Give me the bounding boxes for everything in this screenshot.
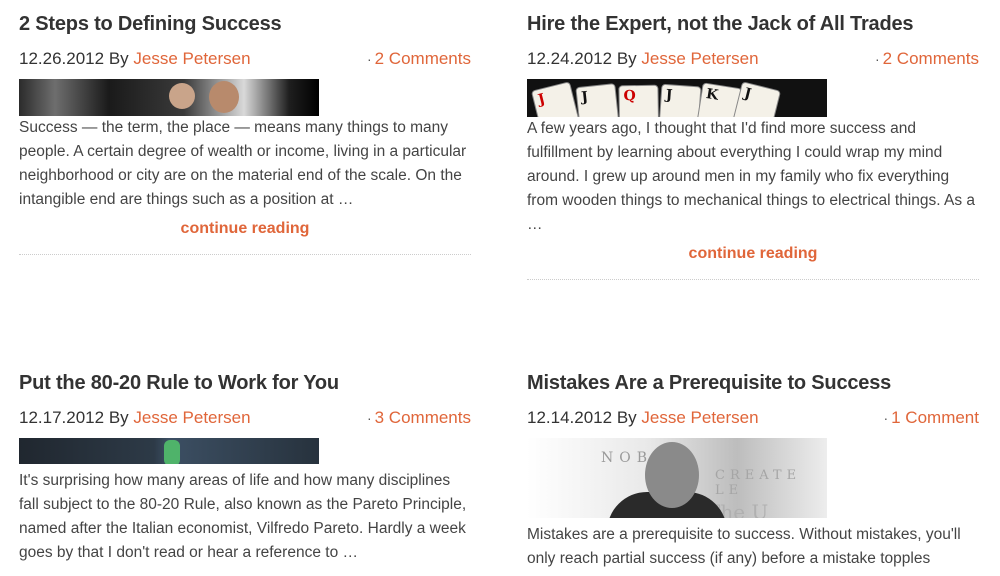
thumbnail-shape xyxy=(164,440,180,464)
card-rank: J xyxy=(665,87,673,104)
playing-card: J xyxy=(575,83,623,117)
post-thumbnail[interactable] xyxy=(19,79,319,116)
post-card: Put the 80-20 Rule to Work for You 12.17… xyxy=(19,369,471,565)
post-meta: 12.17.2012 By Jesse Petersen · 3 Comments xyxy=(19,406,471,430)
post-date: 12.14.2012 xyxy=(527,408,613,427)
thumbnail-text: CREATE LE xyxy=(715,468,802,498)
card-rank: Q xyxy=(623,88,636,105)
post-title[interactable]: Put the 80-20 Rule to Work for You xyxy=(19,369,471,397)
thumbnail-shape xyxy=(169,83,195,109)
author-link[interactable]: Jesse Petersen xyxy=(641,408,758,427)
post-excerpt: It's surprising how many areas of life a… xyxy=(19,472,467,561)
post-meta: 12.26.2012 By Jesse Petersen · 2 Comments xyxy=(19,47,471,71)
comments-meta: · 3 Comments xyxy=(366,408,471,427)
post-excerpt: A few years ago, I thought that I'd find… xyxy=(527,120,976,233)
post-divider xyxy=(527,279,979,280)
comments-meta: · 1 Comment xyxy=(883,408,979,427)
author-link[interactable]: Jesse Petersen xyxy=(133,49,250,68)
author-link[interactable]: Jesse Petersen xyxy=(133,408,250,427)
by-label: By xyxy=(616,408,637,427)
author-link[interactable]: Jesse Petersen xyxy=(641,49,758,68)
post-card: Hire the Expert, not the Jack of All Tra… xyxy=(527,10,979,280)
post-thumbnail[interactable]: NOBE CREATE LE The U xyxy=(527,438,827,518)
thumbnail-shape xyxy=(645,442,699,508)
post-title[interactable]: 2 Steps to Defining Success xyxy=(19,10,471,38)
comments-meta: · 2 Comments xyxy=(874,49,979,68)
comments-link[interactable]: 1 Comment xyxy=(891,408,979,427)
post-date: 12.17.2012 xyxy=(19,408,105,427)
card-rank: K xyxy=(704,86,720,104)
comments-link[interactable]: 2 Comments xyxy=(883,49,979,68)
post-date: 12.24.2012 xyxy=(527,49,613,68)
by-label: By xyxy=(108,408,129,427)
post-thumbnail[interactable]: J J Q J K J xyxy=(527,79,827,117)
continue-reading-link[interactable]: continue reading xyxy=(19,220,471,238)
thumbnail-shape xyxy=(209,81,239,113)
playing-card: Q xyxy=(618,84,660,117)
post-title[interactable]: Hire the Expert, not the Jack of All Tra… xyxy=(527,10,979,38)
post-card: 2 Steps to Defining Success 12.26.2012 B… xyxy=(19,10,471,255)
comments-link[interactable]: 3 Comments xyxy=(375,408,471,427)
post-meta: 12.14.2012 By Jesse Petersen · 1 Comment xyxy=(527,406,979,430)
comments-meta: · 2 Comments xyxy=(366,49,471,68)
card-rank: J xyxy=(536,91,547,109)
post-divider xyxy=(19,254,471,255)
playing-card: J xyxy=(656,83,702,117)
post-title[interactable]: Mistakes Are a Prerequisite to Success xyxy=(527,369,979,397)
post-card: Mistakes Are a Prerequisite to Success 1… xyxy=(527,369,979,571)
card-rank: J xyxy=(742,85,753,103)
post-excerpt: Success — the term, the place — means ma… xyxy=(19,119,467,208)
by-label: By xyxy=(616,49,637,68)
post-thumbnail[interactable] xyxy=(19,438,319,464)
post-meta: 12.24.2012 By Jesse Petersen · 2 Comments xyxy=(527,47,979,71)
post-date: 12.26.2012 xyxy=(19,49,105,68)
post-excerpt: Mistakes are a prerequisite to success. … xyxy=(527,526,961,567)
card-rank: J xyxy=(580,89,589,106)
by-label: By xyxy=(108,49,129,68)
continue-reading-link[interactable]: continue reading xyxy=(527,245,979,263)
comments-link[interactable]: 2 Comments xyxy=(375,49,471,68)
